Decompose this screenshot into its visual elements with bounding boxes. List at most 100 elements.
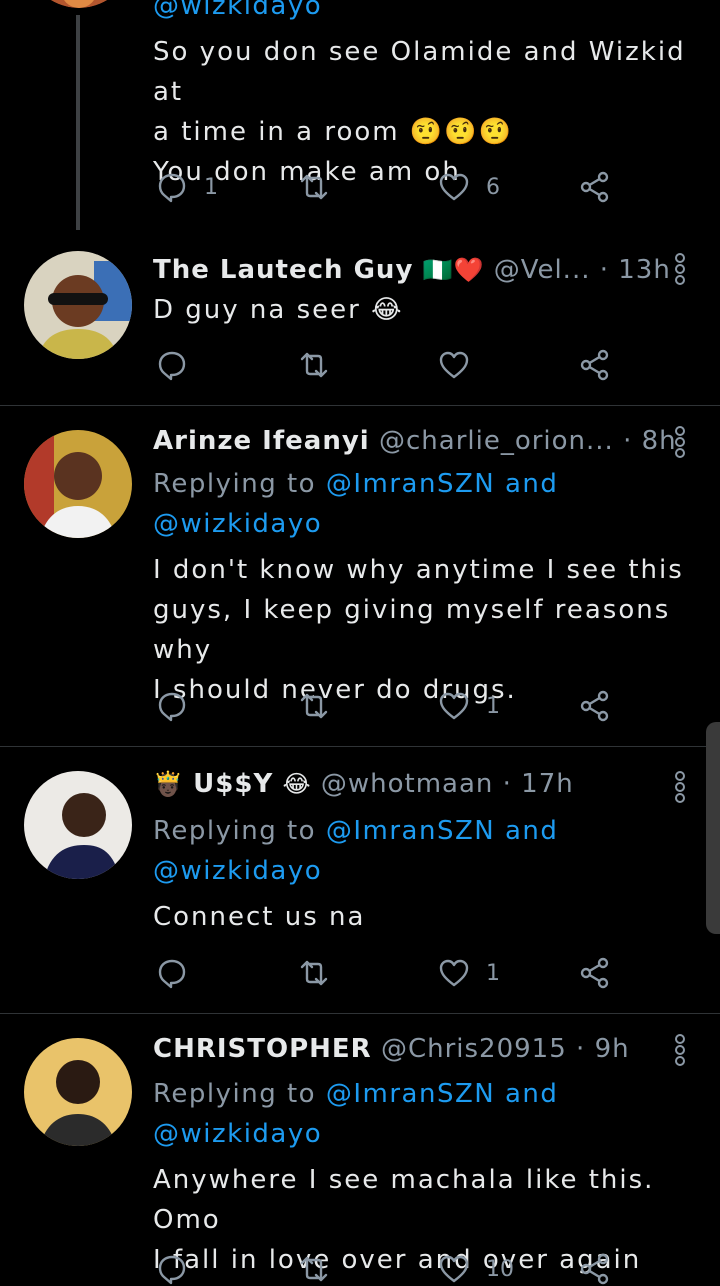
reply-button[interactable] (156, 348, 188, 382)
retweet-icon (298, 171, 330, 203)
tweet-header: CHRISTOPHER @Chris20915 · 9h (153, 1034, 630, 1064)
mention-link[interactable]: @wizkidayo (153, 856, 322, 886)
tweet-text: So you don see Olamide and Wizkid at a t… (153, 32, 698, 192)
replying-to-label: Replying to (153, 816, 317, 846)
display-name[interactable]: Arinze Ifeanyi (153, 426, 370, 456)
timestamp: · 17h (502, 769, 574, 799)
reply-button[interactable] (156, 1252, 188, 1286)
share-icon (579, 957, 611, 989)
heart-icon (438, 957, 470, 989)
share-icon (579, 690, 611, 722)
mention-link[interactable]: @wizkidayo (153, 509, 322, 539)
like-button[interactable] (438, 348, 470, 382)
more-options-icon[interactable] (670, 770, 690, 803)
handle[interactable]: @Vel... (494, 255, 591, 285)
like-count: 1 (486, 693, 500, 719)
handle[interactable]: @whotmaan (321, 769, 494, 799)
share-icon (579, 1253, 611, 1285)
share-button[interactable] (579, 956, 611, 990)
handle[interactable]: @charlie_orion... (379, 426, 614, 456)
retweet-button[interactable] (298, 956, 330, 990)
mention-link[interactable]: @ImranSZN and (326, 469, 559, 499)
mention-link[interactable]: @wizkidayo (153, 0, 322, 21)
avatar[interactable] (24, 771, 132, 879)
tweet-text-line: D guy na seer 😂 (153, 295, 404, 325)
like-button[interactable]: 6 (438, 170, 500, 204)
like-count: 6 (486, 174, 500, 200)
share-button[interactable] (579, 1252, 611, 1286)
tweet-text: Connect us na (153, 897, 698, 937)
name-prefix-emoji: 🤴🏿 (153, 770, 184, 798)
tweet-text-line: You don make am oh (153, 157, 461, 187)
avatar[interactable] (24, 430, 132, 538)
display-name[interactable]: U$$Y (193, 769, 273, 799)
tweet-header: Arinze Ifeanyi @charlie_orion... · 8h (153, 426, 677, 456)
retweet-button[interactable] (298, 170, 330, 204)
replying-to: Replying to @ImranSZN and @wizkidayo (153, 811, 558, 891)
tweet-1[interactable]: The Lautech Guy 🇳🇬❤️ @Vel... · 13h D guy… (0, 235, 720, 405)
tweet-text-line: I don't know why anytime I see this (153, 555, 684, 585)
share-button[interactable] (579, 348, 611, 382)
reply-icon (156, 349, 188, 381)
reply-icon (156, 171, 188, 203)
tweet-text-line: I fall in love over and over again (153, 1245, 642, 1275)
tweet-text: D guy na seer 😂 (153, 290, 698, 330)
reply-icon (156, 1253, 188, 1285)
heart-icon (438, 349, 470, 381)
reply-icon (156, 957, 188, 989)
scrollbar-handle[interactable] (706, 722, 720, 934)
tweet-text: I don't know why anytime I see this guys… (153, 550, 698, 710)
tweet-3[interactable]: 🤴🏿 U$$Y 😂 @whotmaan · 17h Replying to @I… (0, 747, 720, 1013)
replying-to-label: Replying to (153, 1079, 317, 1109)
tweet-header: 🤴🏿 U$$Y 😂 @whotmaan · 17h (153, 769, 574, 799)
tweet-text-line: So you don see Olamide and Wizkid at (153, 37, 686, 107)
name-emoji: 😂 (282, 770, 312, 798)
like-button[interactable]: 10 (438, 1252, 514, 1286)
more-options-icon[interactable] (670, 252, 690, 285)
avatar[interactable] (25, 0, 133, 8)
share-icon (579, 171, 611, 203)
heart-icon (438, 171, 470, 203)
like-count: 1 (486, 960, 500, 986)
avatar[interactable] (24, 251, 132, 359)
reply-count: 1 (204, 174, 218, 200)
tweet-header: The Lautech Guy 🇳🇬❤️ @Vel... · 13h (153, 255, 671, 285)
mention-link[interactable]: @wizkidayo (153, 1119, 322, 1149)
handle[interactable]: @Chris20915 (381, 1034, 567, 1064)
name-emoji: 🇳🇬❤️ (422, 256, 485, 284)
retweet-button[interactable] (298, 689, 330, 723)
reply-mention: @wizkidayo (153, 0, 322, 26)
reply-button[interactable] (156, 956, 188, 990)
share-button[interactable] (579, 689, 611, 723)
more-options-icon[interactable] (670, 1033, 690, 1066)
more-options-icon[interactable] (670, 425, 690, 458)
retweet-button[interactable] (298, 1252, 330, 1286)
display-name[interactable]: The Lautech Guy (153, 255, 413, 285)
avatar[interactable] (24, 1038, 132, 1146)
share-button[interactable] (579, 170, 611, 204)
retweet-icon (298, 690, 330, 722)
reply-button[interactable] (156, 689, 188, 723)
tweet-text: Anywhere I see machala like this. Omo I … (153, 1160, 698, 1280)
tweet-text-line: guys, I keep giving myself reasons why (153, 595, 671, 665)
reply-button[interactable]: 1 (156, 170, 218, 204)
tweet-text-line: Anywhere I see machala like this. Omo (153, 1165, 655, 1235)
like-button[interactable]: 1 (438, 956, 500, 990)
timestamp: · 9h (576, 1034, 630, 1064)
display-name[interactable]: CHRISTOPHER (153, 1034, 372, 1064)
share-icon (579, 349, 611, 381)
reply-icon (156, 690, 188, 722)
like-button[interactable]: 1 (438, 689, 500, 723)
mention-link[interactable]: @ImranSZN and (326, 816, 559, 846)
tweet-text-line: a time in a room 🤨🤨🤨 (153, 117, 514, 147)
retweet-button[interactable] (298, 348, 330, 382)
mention-link[interactable]: @ImranSZN and (326, 1079, 559, 1109)
tweet-text-line: Connect us na (153, 902, 366, 932)
tweet-4[interactable]: CHRISTOPHER @Chris20915 · 9h Replying to… (0, 1014, 720, 1282)
tweet-2[interactable]: Arinze Ifeanyi @charlie_orion... · 8h Re… (0, 406, 720, 746)
timestamp: · 8h (623, 426, 677, 456)
heart-icon (438, 690, 470, 722)
retweet-icon (298, 349, 330, 381)
replying-to: Replying to @ImranSZN and @wizkidayo (153, 464, 558, 544)
replying-to-label: Replying to (153, 469, 317, 499)
